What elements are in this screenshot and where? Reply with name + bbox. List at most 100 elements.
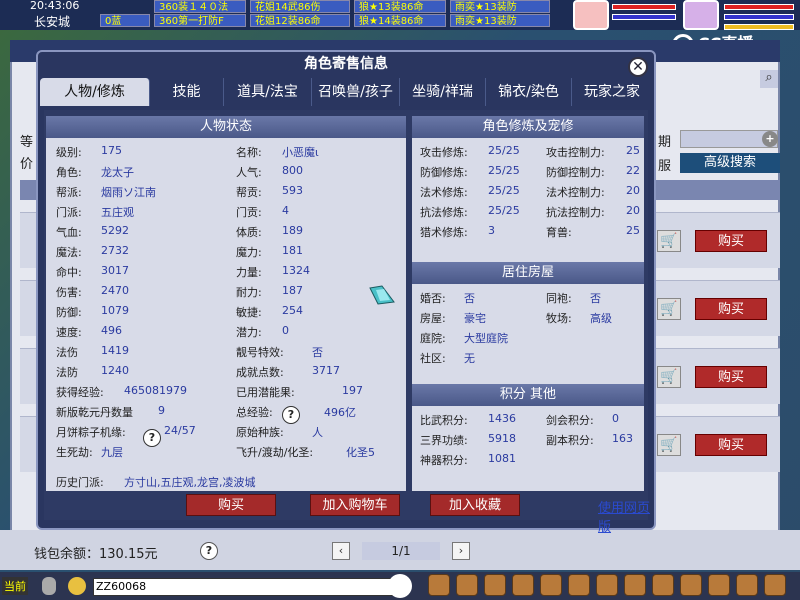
team-chip[interactable]: 雨奕★13装防 [450,0,550,13]
field-value: 否 [590,292,601,305]
points-heading: 积分 其他 [412,384,644,406]
field-label: 月饼粽子机缘: [56,426,126,439]
pet-menu-icon[interactable] [568,574,590,596]
cart-icon[interactable]: 🛒 [657,298,681,320]
team-icon[interactable] [540,574,562,596]
field-label: 防御: [56,306,82,319]
task-icon[interactable] [596,574,618,596]
settings-icon[interactable] [764,574,786,596]
field-label: 社区: [420,352,446,365]
team-chip[interactable]: 花姐12装86命 [250,14,350,27]
page-indicator: 1/1 [362,542,440,560]
attack-icon[interactable] [428,574,450,596]
team-chip[interactable]: 狼★14装86命 [354,14,446,27]
price-label: 价 [20,157,34,172]
tab-character[interactable]: 人物/修炼 [40,78,150,106]
tab-home[interactable]: 玩家之家 [572,78,652,106]
tab-pets[interactable]: 召唤兽/孩子 [312,78,400,106]
cart-icon[interactable]: 🛒 [657,434,681,456]
field-label: 魔力: [236,246,262,259]
field-label: 法防 [56,366,78,379]
field-label: 副本积分: [546,434,594,447]
field-value: 高级 [590,312,612,325]
field-label: 法术控制力: [546,186,605,199]
team-chip[interactable]: 花姐14武86伤 [250,0,350,13]
tab-outfits[interactable]: 锦衣/染色 [486,78,572,106]
field-label: 人气: [236,166,262,179]
field-value: 175 [101,144,122,157]
next-page-button[interactable]: › [452,542,470,560]
tab-skills[interactable]: 技能 [150,78,224,106]
pet-avatar[interactable] [573,0,609,30]
friends-icon[interactable] [680,574,702,596]
web-version-link[interactable]: 使用网页版 [598,497,654,535]
field-label: 帮贡: [236,186,262,199]
field-value: 1324 [282,264,310,277]
microphone-icon[interactable] [42,577,56,595]
search-icon[interactable]: ⌕ [760,70,778,88]
row-buy-button[interactable]: 购买 [695,298,767,320]
close-button[interactable]: ✕ [628,57,648,77]
row-buy-button[interactable]: 购买 [695,434,767,456]
cart-icon[interactable]: 🛒 [657,230,681,252]
field-label: 飞升/渡劫/化圣: [236,446,314,459]
team-chip[interactable]: 雨奕★13装防 [450,14,550,27]
activity-icon[interactable] [708,574,730,596]
location-name: 长安城 [34,15,71,29]
buy-button[interactable]: 购买 [186,494,276,516]
row-buy-button[interactable]: 购买 [695,366,767,388]
field-value: 豪宅 [464,312,486,325]
field-label: 成就点数: [236,366,284,379]
pet-icon[interactable] [388,574,412,598]
dialog-title: 角色寄售信息 [304,56,388,72]
trade-icon[interactable] [512,574,534,596]
advanced-search-button[interactable]: 高级搜索 [680,153,780,173]
add-icon[interactable]: + [762,131,778,147]
field-label: 耐力: [236,286,262,299]
field-label: 三界功绩: [420,434,468,447]
tab-mounts[interactable]: 坐骑/祥瑞 [400,78,486,106]
give-icon[interactable] [484,574,506,596]
field-value: 593 [282,184,303,197]
row-buy-button[interactable]: 购买 [695,230,767,252]
guild-icon[interactable] [624,574,646,596]
team-chip[interactable]: 狼★13装86命 [354,0,446,13]
add-to-cart-button[interactable]: 加入购物车 [310,494,400,516]
prev-page-button[interactable]: ‹ [332,542,350,560]
field-label: 潜力: [236,326,262,339]
field-value: 小恶魔ι [282,146,319,159]
tab-items[interactable]: 道具/法宝 [224,78,312,106]
team-chip[interactable]: 360第一打防F [154,14,246,27]
right-info-panel: 角色修炼及宠修 攻击修炼: 25/25 攻击控制力: 25 防御修炼: 25/25 防御控制… [412,116,644,491]
add-to-favorites-button[interactable]: 加入收藏 [430,494,520,516]
emoji-icon[interactable] [68,577,86,595]
field-label: 名称: [236,146,262,159]
field-value: 2732 [101,244,129,257]
chat-input[interactable]: ZZ60068 [93,578,393,596]
housing-heading: 居住房屋 [412,262,644,284]
help-icon[interactable]: ? [282,406,300,424]
team-chip[interactable]: 0蓝 [100,14,150,27]
player-avatar[interactable] [683,0,719,30]
help-icon[interactable]: ? [143,429,161,447]
field-label: 攻击控制力: [546,146,605,159]
field-value: 3017 [101,264,129,277]
field-value: 24/57 [164,424,196,437]
field-label: 已用潜能果: [236,386,295,399]
team-chip[interactable]: 360装１４０法 [154,0,246,13]
field-value: 否 [464,292,475,305]
field-value: 九层 [101,446,123,459]
help-icon[interactable]: ? [200,542,218,560]
field-value: 163 [612,432,633,445]
system-icon[interactable] [736,574,758,596]
quick-icon[interactable] [652,574,674,596]
field-value: 1081 [488,452,516,465]
channel-selector[interactable]: 当前 [2,577,28,595]
field-label: 帮派: [56,186,82,199]
field-label: 敏捷: [236,306,262,319]
field-label: 新版乾元丹数量 [56,406,133,419]
cart-icon[interactable]: 🛒 [657,366,681,388]
item-icon[interactable] [456,574,478,596]
field-label: 体质: [236,226,262,239]
field-value: 烟雨ソ江南 [101,186,156,199]
